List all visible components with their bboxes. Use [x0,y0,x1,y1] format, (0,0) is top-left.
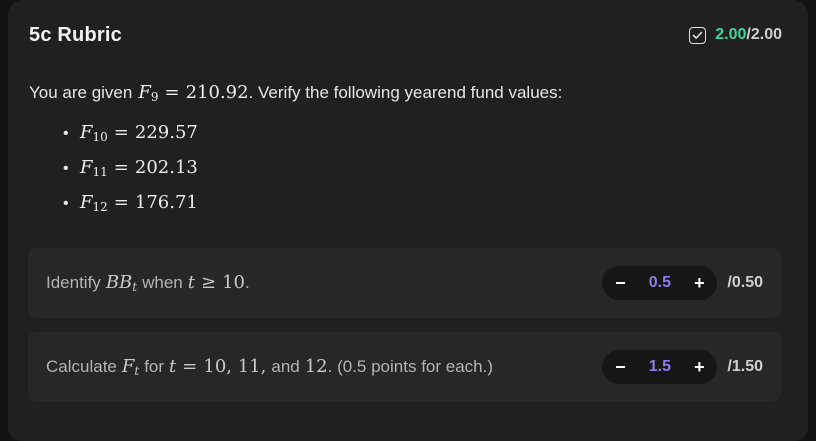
fund-value: 176.71 [134,192,198,213]
criterion-math-sub: t [132,280,138,294]
intro-var: F [138,82,151,103]
criterion-math: t [187,272,195,293]
criterion-math: F [121,356,135,377]
increment-button[interactable]: + [690,357,708,378]
criterion-op: = [182,356,198,377]
criterion-word: and [271,357,300,376]
list-item: • F12 = 176.71 [63,192,198,227]
score-value[interactable]: 0.5 [629,274,690,292]
fund-values-list: • F10 = 229.57 • F11 = 202.13 • F12 = 176.71 [63,122,198,227]
fund-var: F [80,122,93,143]
score-earned: 2.00 [715,26,747,43]
bullet: • [63,160,69,177]
criterion-math-value: 10, 11, [203,356,267,377]
bullet: • [63,195,69,212]
max-points: /0.50 [727,274,763,291]
criterion-math: BB [105,272,133,293]
criterion-op: ≥ [200,272,217,293]
criterion-word: Identify [46,273,101,292]
increment-button[interactable]: + [690,273,708,294]
fund-value: 202.13 [134,157,198,178]
list-item: • F10 = 229.57 [63,122,198,157]
criterion-math-value: 12 [304,356,328,377]
criterion-word: Calculate [46,357,117,376]
score-controls: − 1.5 + /1.50 [602,350,763,384]
criterion-text: Calculate Ft for t = 10, 11, and 12. (0.5 … [46,356,493,378]
score-total: 2.00 [750,26,782,43]
intro-eq: = [164,82,180,103]
fund-sub: 11 [92,165,108,179]
fund-var: F [80,192,93,213]
fund-eq: = [113,122,129,143]
criterion-text: Identify BBt when t ≥10. [46,272,250,294]
fund-sub: 10 [92,130,108,144]
criterion-word: when [142,273,183,292]
list-item: • F11 = 202.13 [63,157,198,192]
criterion-math: t [169,356,177,377]
intro-value: 210.92 [185,82,249,103]
fund-sub: 12 [92,200,108,214]
fund-eq: = [113,192,129,213]
criterion-word: . (0.5 points for each.) [327,357,494,376]
rubric-card: 5c Rubric 2.00/2.00 You are given F9 = 210… [8,0,808,441]
intro-math: F9 = 210.92 [138,82,248,104]
max-points: /1.50 [727,358,763,375]
intro-prefix: You are given [29,83,133,102]
decrement-button[interactable]: − [611,357,629,378]
intro-suffix: . Verify the following yearend fund valu… [248,83,563,102]
intro-sub: 9 [150,90,159,104]
decrement-button[interactable]: − [611,273,629,294]
fund-var: F [80,157,93,178]
fund-value: 229.57 [134,122,198,143]
score-controls: − 0.5 + /0.50 [602,266,763,300]
criterion-word: . [244,273,250,292]
criterion-word: for [144,357,165,376]
intro-text: You are given F9 = 210.92 . Verify the fol… [29,82,562,104]
score-stepper: − 0.5 + [602,266,718,300]
score-stepper: − 1.5 + [602,350,718,384]
criterion-row: Identify BBt when t ≥10. − 0.5 + /0.50 [28,248,781,318]
fund-eq: = [113,157,129,178]
card-header: 5c Rubric 2.00/2.00 [29,22,782,48]
criterion-row: Calculate Ft for t = 10, 11, and 12. (0.5 … [28,332,781,402]
score-summary: 2.00/2.00 [689,26,782,44]
checkbox-check-icon [689,26,707,44]
bullet: • [63,125,69,142]
criterion-math-value: 10 [222,272,245,293]
criterion-math-sub: t [134,364,140,378]
score-value[interactable]: 1.5 [629,358,690,376]
rubric-title: 5c Rubric [29,23,122,46]
